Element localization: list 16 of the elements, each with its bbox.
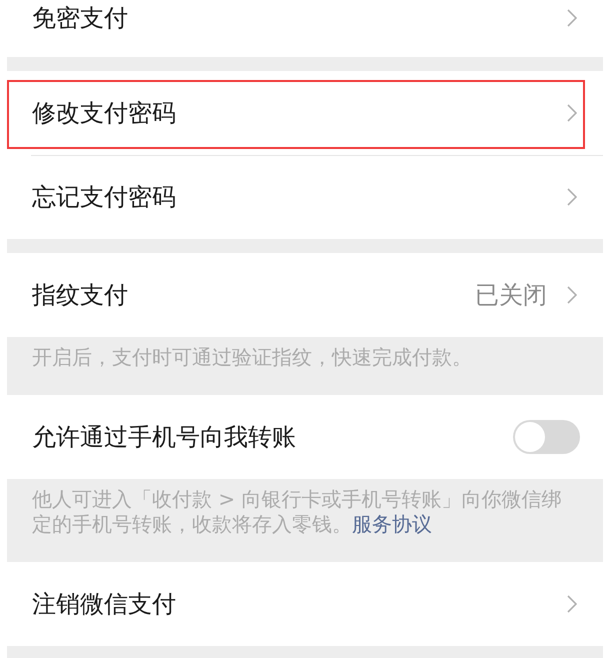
note-text: 开启后，支付时可通过验证指纹，快速完成付款。 (31, 344, 473, 371)
chevron-right-icon (567, 188, 577, 206)
settings-row[interactable]: 忘记支付密码 (7, 155, 603, 239)
row-label: 允许通过手机号向我转账 (32, 422, 297, 452)
status-value: 已关闭 (475, 280, 547, 310)
agreement-link[interactable]: 服务协议 (352, 512, 432, 536)
settings-row[interactable]: 指纹支付 已关闭 (7, 253, 603, 337)
settings-row[interactable]: 修改支付密码 (7, 71, 603, 155)
toggle-switch[interactable] (513, 420, 580, 454)
note-text: 他人可进入「收付款 > 向银行卡或手机号转账」向你微信绑定的手机号转账，收款将存入零钱。服务协议 (31, 486, 562, 538)
chevron-right-icon (567, 9, 577, 27)
chevron-right-icon (567, 595, 577, 613)
chevron-right-icon (567, 286, 577, 304)
settings-row[interactable]: 注销微信支付 (7, 562, 603, 646)
settings-row[interactable]: 免密支付 (7, 0, 603, 57)
chevron-right-icon (567, 104, 577, 122)
